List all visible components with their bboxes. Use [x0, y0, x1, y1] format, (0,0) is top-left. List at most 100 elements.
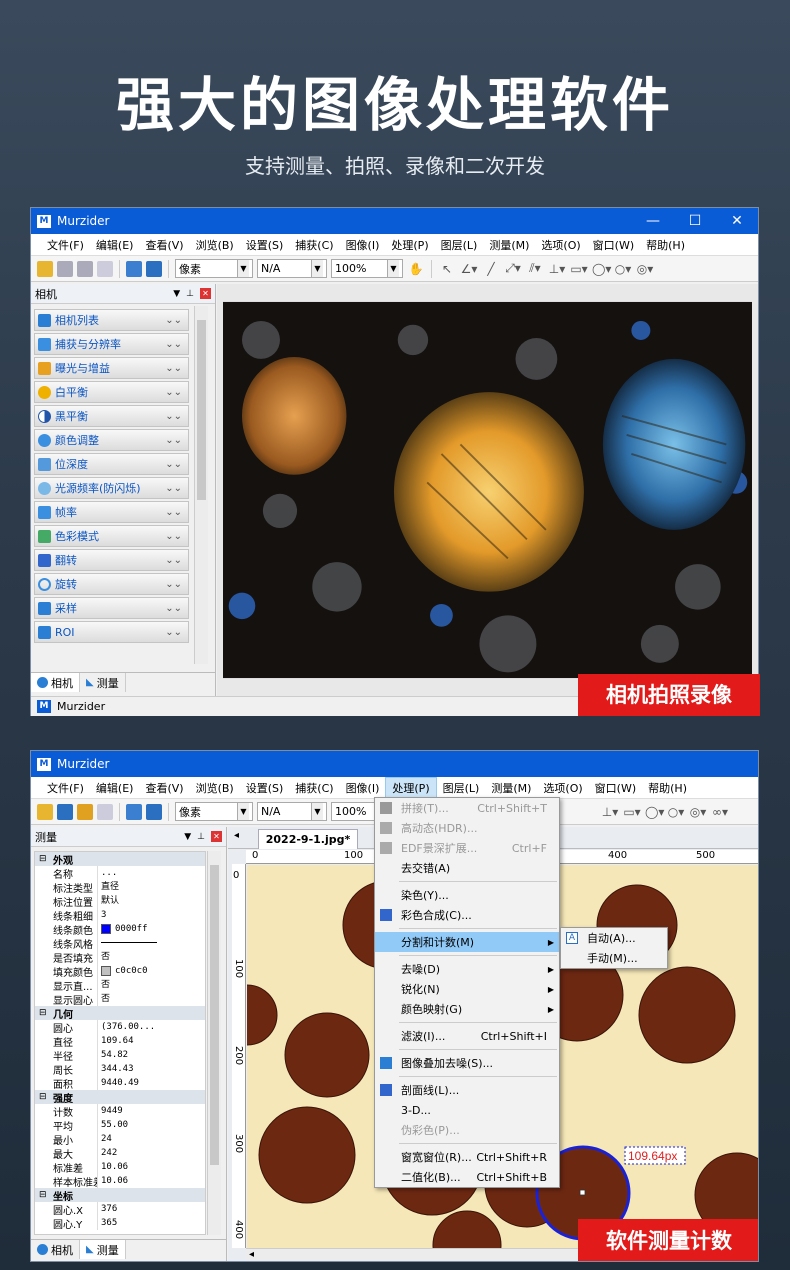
- property-row[interactable]: 最小 24: [35, 1132, 205, 1147]
- menu-measure[interactable]: 测量(M): [485, 778, 537, 798]
- property-row[interactable]: 圆心 (376.00...: [35, 1020, 205, 1035]
- process-menu-item[interactable]: 剖面线(L)...: [375, 1080, 559, 1100]
- pin-icon[interactable]: ⊥: [186, 289, 194, 299]
- property-scrollbar[interactable]: [207, 851, 221, 1235]
- property-row[interactable]: 直径 109.64: [35, 1034, 205, 1049]
- dropdown-icon[interactable]: ▼: [173, 289, 180, 299]
- acc-white-balance[interactable]: 白平衡 ⌄⌄: [34, 381, 189, 403]
- menu-browse[interactable]: 浏览(B): [190, 235, 240, 255]
- property-group-header[interactable]: ⊟ 外观: [35, 852, 205, 867]
- close-panel-icon[interactable]: ✕: [211, 831, 222, 842]
- process-menu-item[interactable]: 去交错(A): [375, 858, 559, 878]
- perpendicular-icon[interactable]: ⊥▾: [548, 262, 566, 276]
- acc-sampling[interactable]: 采样 ⌄⌄: [34, 597, 189, 619]
- property-row[interactable]: 计数 9449: [35, 1104, 205, 1119]
- save-as-icon[interactable]: [77, 260, 93, 277]
- save-icon[interactable]: [57, 803, 73, 820]
- acc-bit-depth[interactable]: 位深度 ⌄⌄: [34, 453, 189, 475]
- tab-camera[interactable]: 相机: [31, 1240, 80, 1259]
- panel-scrollbar[interactable]: [194, 306, 208, 664]
- circle-icon[interactable]: ○▾: [667, 805, 685, 819]
- property-row[interactable]: 面积 9440.49: [35, 1076, 205, 1091]
- process-menu-item[interactable]: 染色(Y)...: [375, 885, 559, 905]
- menu-capture[interactable]: 捕获(C): [289, 235, 339, 255]
- collapse-icon[interactable]: ⊟: [39, 1092, 49, 1102]
- pointer-icon[interactable]: ↖: [438, 262, 456, 276]
- property-row[interactable]: 显示圆心否: [35, 992, 205, 1007]
- acc-frame-rate[interactable]: 帧率 ⌄⌄: [34, 501, 189, 523]
- save-icon[interactable]: [57, 260, 73, 277]
- menu-process[interactable]: 处理(P): [385, 776, 437, 799]
- menu-image[interactable]: 图像(I): [340, 778, 386, 798]
- ellipse-icon[interactable]: ◯▾: [592, 262, 611, 276]
- concentric-icon[interactable]: ◎▾: [636, 262, 654, 276]
- tab-scroll-left-icon[interactable]: ◂: [234, 830, 239, 841]
- menu-browse[interactable]: 浏览(B): [190, 778, 240, 798]
- collapse-icon[interactable]: ⊟: [39, 1008, 49, 1018]
- property-row[interactable]: 周长 344.43: [35, 1062, 205, 1077]
- menu-options[interactable]: 选项(O): [537, 778, 588, 798]
- save-as-icon[interactable]: [77, 803, 93, 820]
- property-row[interactable]: 填充颜色 c0c0c0: [35, 964, 205, 979]
- property-row[interactable]: 圆心.X 376: [35, 1202, 205, 1217]
- submenu-item[interactable]: 手动(M)...: [561, 948, 667, 968]
- property-row[interactable]: 最大 242: [35, 1146, 205, 1161]
- circle-icon[interactable]: ○▾: [614, 262, 632, 276]
- acc-light-frequency[interactable]: 光源频率(防闪烁) ⌄⌄: [34, 477, 189, 499]
- acc-exposure-gain[interactable]: 曝光与增益 ⌄⌄: [34, 357, 189, 379]
- unit-select[interactable]: 像素 ▼: [175, 802, 253, 821]
- property-row[interactable]: 样本标准差 10.06: [35, 1174, 205, 1189]
- scroll-thumb[interactable]: [210, 865, 219, 1165]
- property-group-header[interactable]: ⊟ 坐标: [35, 1188, 205, 1203]
- menu-file[interactable]: 文件(F): [41, 235, 90, 255]
- acc-roi[interactable]: ROI ⌄⌄: [34, 621, 189, 643]
- property-group-header[interactable]: ⊟ 几何: [35, 1006, 205, 1021]
- menu-window[interactable]: 窗口(W): [587, 235, 640, 255]
- menu-edit[interactable]: 编辑(E): [90, 778, 140, 798]
- process-menu-item[interactable]: 分割和计数(M) ▶: [375, 932, 559, 952]
- browse-icon[interactable]: [126, 803, 142, 820]
- submenu-item[interactable]: A 自动(A)...: [561, 928, 667, 948]
- na-select[interactable]: N/A ▼: [257, 802, 327, 821]
- collapse-icon[interactable]: ⊟: [39, 854, 49, 864]
- menu-help[interactable]: 帮助(H): [640, 235, 691, 255]
- pin-icon[interactable]: ⊥: [197, 832, 205, 842]
- menu-layer[interactable]: 图层(L): [437, 778, 486, 798]
- property-row[interactable]: 线条颜色 0000ff: [35, 922, 205, 937]
- print-icon[interactable]: [97, 260, 113, 277]
- perpendicular-icon[interactable]: ⊥▾: [601, 805, 619, 819]
- close-panel-icon[interactable]: ✕: [200, 288, 211, 299]
- concentric-icon[interactable]: ◎▾: [689, 805, 707, 819]
- image-viewport[interactable]: [217, 284, 758, 696]
- property-row[interactable]: 圆心.Y 365: [35, 1216, 205, 1231]
- link-icon[interactable]: ∞▾: [711, 805, 729, 819]
- acc-rotate[interactable]: 旋转 ⌄⌄: [34, 573, 189, 595]
- menu-settings[interactable]: 设置(S): [240, 235, 290, 255]
- menu-measure[interactable]: 测量(M): [483, 235, 535, 255]
- property-row[interactable]: 半径 54.82: [35, 1048, 205, 1063]
- process-menu-item[interactable]: 图像叠加去噪(S)...: [375, 1053, 559, 1073]
- property-row[interactable]: 线条风格: [35, 936, 205, 951]
- property-row[interactable]: 标注类型 直径: [35, 880, 205, 895]
- rectangle-icon[interactable]: ▭▾: [623, 805, 641, 819]
- acc-flip[interactable]: 翻转 ⌄⌄: [34, 549, 189, 571]
- menu-options[interactable]: 选项(O): [535, 235, 586, 255]
- collapse-icon[interactable]: ⊟: [39, 1190, 49, 1200]
- property-row[interactable]: 线条粗细 3: [35, 908, 205, 923]
- menu-process[interactable]: 处理(P): [385, 235, 434, 255]
- property-row[interactable]: 标注位置 默认: [35, 894, 205, 909]
- ellipse-icon[interactable]: ◯▾: [645, 805, 664, 819]
- process-menu-item[interactable]: 滤波(I)... Ctrl+Shift+I: [375, 1026, 559, 1046]
- print-icon[interactable]: [97, 803, 113, 820]
- process-menu-item[interactable]: 彩色合成(C)...: [375, 905, 559, 925]
- process-menu-item[interactable]: 3-D...: [375, 1100, 559, 1120]
- browse-icon[interactable]: [126, 260, 142, 277]
- close-button[interactable]: ✕: [716, 208, 758, 234]
- scroll-left-icon[interactable]: ◂: [249, 1249, 254, 1260]
- dropdown-icon[interactable]: ▼: [184, 832, 191, 842]
- property-row[interactable]: 是否填充否: [35, 950, 205, 965]
- menu-capture[interactable]: 捕获(C): [289, 778, 339, 798]
- property-row[interactable]: 平均 55.00: [35, 1118, 205, 1133]
- menu-layer[interactable]: 图层(L): [435, 235, 484, 255]
- process-menu-item[interactable]: 窗宽窗位(R)... Ctrl+Shift+R: [375, 1147, 559, 1167]
